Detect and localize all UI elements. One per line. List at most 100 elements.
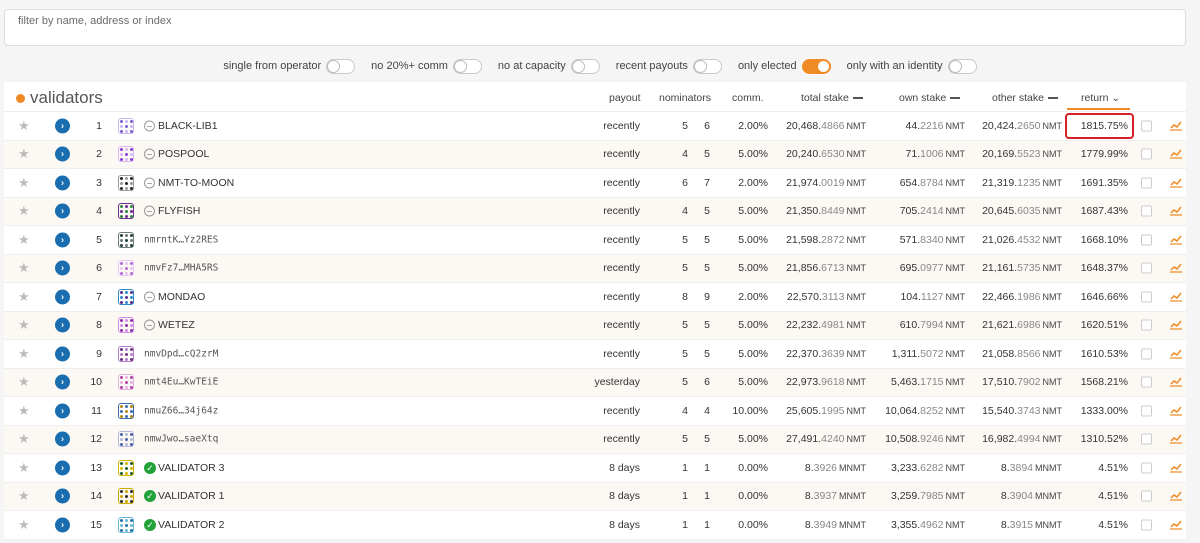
select-checkbox[interactable] bbox=[1141, 177, 1152, 189]
identicon[interactable] bbox=[118, 516, 134, 533]
identicon[interactable] bbox=[118, 459, 134, 476]
validator-name[interactable]: VALIDATOR 2 bbox=[158, 519, 225, 531]
star-icon[interactable]: ★ bbox=[18, 260, 30, 276]
validator-name[interactable]: FLYFISH bbox=[158, 205, 200, 217]
toggle-switch[interactable] bbox=[947, 58, 977, 74]
star-icon[interactable]: ★ bbox=[18, 203, 30, 219]
chart-icon[interactable] bbox=[1170, 406, 1182, 416]
star-icon[interactable]: ★ bbox=[18, 175, 30, 191]
select-checkbox[interactable] bbox=[1141, 348, 1152, 360]
validator-name[interactable]: VALIDATOR 3 bbox=[158, 462, 225, 474]
chart-icon[interactable] bbox=[1170, 263, 1182, 273]
toggle-3[interactable]: recent payouts bbox=[616, 58, 722, 74]
chevron-right-icon[interactable]: › bbox=[55, 317, 70, 333]
chevron-right-icon[interactable]: › bbox=[55, 175, 70, 191]
validator-name[interactable]: MONDAO bbox=[158, 291, 205, 303]
validator-name[interactable]: nmwJwo…saeXtq bbox=[144, 434, 218, 445]
toggle-4[interactable]: only elected bbox=[738, 58, 831, 74]
filter-input[interactable] bbox=[5, 10, 1185, 45]
chart-icon[interactable] bbox=[1170, 121, 1182, 131]
star-icon[interactable]: ★ bbox=[18, 118, 30, 134]
chevron-right-icon[interactable]: › bbox=[55, 403, 70, 419]
chart-icon[interactable] bbox=[1170, 235, 1182, 245]
identicon[interactable] bbox=[118, 402, 134, 419]
validator-name[interactable]: nmt4Eu…KwTEiE bbox=[144, 377, 218, 388]
header-payout[interactable]: payout bbox=[609, 92, 641, 104]
star-icon[interactable]: ★ bbox=[18, 146, 30, 162]
select-checkbox[interactable] bbox=[1141, 405, 1152, 417]
validator-name[interactable]: nmuZ66…34j64z bbox=[144, 405, 218, 416]
identicon[interactable] bbox=[118, 231, 134, 248]
identicon[interactable] bbox=[118, 117, 134, 134]
header-own-stake[interactable]: own stake bbox=[899, 92, 961, 104]
select-checkbox[interactable] bbox=[1141, 462, 1152, 474]
chart-icon[interactable] bbox=[1170, 520, 1182, 530]
star-icon[interactable]: ★ bbox=[18, 232, 30, 248]
identicon[interactable] bbox=[118, 146, 134, 163]
select-checkbox[interactable] bbox=[1141, 234, 1152, 246]
star-icon[interactable]: ★ bbox=[18, 488, 30, 504]
chart-icon[interactable] bbox=[1170, 292, 1182, 302]
select-checkbox[interactable] bbox=[1141, 433, 1152, 445]
toggle-switch[interactable] bbox=[692, 58, 722, 74]
star-icon[interactable]: ★ bbox=[18, 403, 30, 419]
toggle-switch[interactable] bbox=[801, 58, 831, 74]
chart-icon[interactable] bbox=[1170, 178, 1182, 188]
star-icon[interactable]: ★ bbox=[18, 431, 30, 447]
star-icon[interactable]: ★ bbox=[18, 374, 30, 390]
validator-name[interactable]: VALIDATOR 1 bbox=[158, 490, 225, 502]
validator-name[interactable]: POSPOOL bbox=[158, 148, 209, 160]
chevron-right-icon[interactable]: › bbox=[55, 203, 70, 219]
identicon[interactable] bbox=[118, 374, 134, 391]
chevron-right-icon[interactable]: › bbox=[55, 460, 70, 476]
chart-icon[interactable] bbox=[1170, 377, 1182, 387]
toggle-1[interactable]: no 20%+ comm bbox=[371, 58, 482, 74]
chart-icon[interactable] bbox=[1170, 491, 1182, 501]
validator-name[interactable]: nmrntK…Yz2RES bbox=[144, 234, 218, 245]
validator-name[interactable]: NMT-TO-MOON bbox=[158, 177, 234, 189]
toggle-switch[interactable] bbox=[570, 58, 600, 74]
identicon[interactable] bbox=[118, 174, 134, 191]
star-icon[interactable]: ★ bbox=[18, 460, 30, 476]
header-nominators[interactable]: nominators bbox=[659, 92, 711, 104]
toggle-2[interactable]: no at capacity bbox=[498, 58, 600, 74]
select-checkbox[interactable] bbox=[1141, 376, 1152, 388]
select-checkbox[interactable] bbox=[1141, 148, 1152, 160]
chevron-right-icon[interactable]: › bbox=[55, 517, 70, 533]
chevron-right-icon[interactable]: › bbox=[55, 146, 70, 162]
identicon[interactable] bbox=[118, 260, 134, 277]
toggle-switch[interactable] bbox=[326, 58, 356, 74]
header-return[interactable]: return ⌄ bbox=[1081, 92, 1120, 104]
select-checkbox[interactable] bbox=[1141, 120, 1152, 132]
chevron-right-icon[interactable]: › bbox=[55, 260, 70, 276]
toggle-0[interactable]: single from operator bbox=[223, 58, 356, 74]
select-checkbox[interactable] bbox=[1141, 490, 1152, 502]
select-checkbox[interactable] bbox=[1141, 319, 1152, 331]
validator-name[interactable]: BLACK-LIB1 bbox=[158, 120, 218, 132]
select-checkbox[interactable] bbox=[1141, 205, 1152, 217]
identicon[interactable] bbox=[118, 288, 134, 305]
identicon[interactable] bbox=[118, 431, 134, 448]
chevron-right-icon[interactable]: › bbox=[55, 431, 70, 447]
chevron-right-icon[interactable]: › bbox=[55, 346, 70, 362]
validator-name[interactable]: WETEZ bbox=[158, 319, 195, 331]
chart-icon[interactable] bbox=[1170, 349, 1182, 359]
validator-name[interactable]: nmvFz7…MHA5RS bbox=[144, 263, 218, 274]
star-icon[interactable]: ★ bbox=[18, 317, 30, 333]
chart-icon[interactable] bbox=[1170, 434, 1182, 444]
toggle-switch[interactable] bbox=[452, 58, 482, 74]
chevron-right-icon[interactable]: › bbox=[55, 118, 70, 134]
toggle-5[interactable]: only with an identity bbox=[847, 58, 977, 74]
chevron-right-icon[interactable]: › bbox=[55, 488, 70, 504]
chevron-right-icon[interactable]: › bbox=[55, 374, 70, 390]
header-other-stake[interactable]: other stake bbox=[992, 92, 1058, 104]
select-checkbox[interactable] bbox=[1141, 291, 1152, 303]
identicon[interactable] bbox=[118, 203, 134, 220]
chart-icon[interactable] bbox=[1170, 320, 1182, 330]
validator-name[interactable]: nmvDpd…cQ2zrM bbox=[144, 348, 218, 359]
select-checkbox[interactable] bbox=[1141, 519, 1152, 531]
chart-icon[interactable] bbox=[1170, 149, 1182, 159]
identicon[interactable] bbox=[118, 488, 134, 505]
chevron-right-icon[interactable]: › bbox=[55, 289, 70, 305]
header-comm[interactable]: comm. bbox=[732, 92, 764, 104]
